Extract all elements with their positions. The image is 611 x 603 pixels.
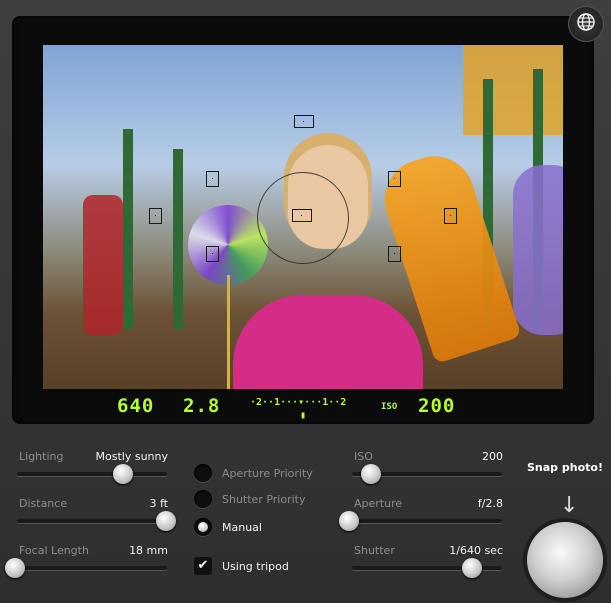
tripod-label[interactable]: Using tripod (222, 560, 289, 573)
aperture-slider-knob[interactable] (339, 511, 359, 531)
shutter-button[interactable] (527, 522, 603, 598)
lcd-aperture: 2.8 (183, 395, 221, 417)
aperture-value: f/2.8 (477, 497, 503, 510)
snap-photo-label: Snap photo! (527, 461, 603, 474)
lighting-slider-knob[interactable] (113, 464, 134, 484)
lcd-iso-label: ISO (381, 402, 398, 412)
meter-needle: ▮ (300, 410, 307, 421)
lighting-value: Mostly sunny (95, 450, 168, 463)
focal-length-slider-knob[interactable] (5, 558, 25, 578)
down-arrow-icon: ↓ (560, 493, 579, 518)
focus-circle (257, 172, 349, 264)
lcd-shutter: 640 (117, 395, 155, 417)
focal-length-value: 18 mm (129, 544, 168, 557)
af-point-right (444, 208, 457, 224)
language-button[interactable] (568, 6, 604, 42)
distance-slider-track[interactable] (17, 519, 167, 523)
radio-manual[interactable] (194, 518, 212, 536)
af-point-left (149, 208, 162, 224)
shutter-label: Shutter (354, 544, 395, 557)
mode-aperture-priority-label[interactable]: Aperture Priority (222, 467, 313, 480)
checkmark-icon: ✔ (197, 558, 209, 573)
mode-shutter-priority-label[interactable]: Shutter Priority (222, 493, 306, 506)
radio-aperture-priority[interactable] (194, 464, 212, 482)
shutter-slider-knob[interactable] (462, 558, 483, 578)
iso-value: 200 (482, 450, 503, 463)
af-point-top (294, 115, 314, 128)
meter-scale: ·2··1···▾···1··2 (250, 397, 347, 408)
distance-slider-knob[interactable] (156, 511, 176, 531)
globe-icon (576, 12, 596, 36)
af-point-lower-left (206, 246, 219, 262)
af-point-upper-right (388, 171, 401, 187)
aperture-label: Aperture (354, 497, 403, 510)
mode-manual-label[interactable]: Manual (222, 521, 262, 534)
radio-shutter-priority[interactable] (194, 490, 212, 508)
exposure-meter: ·2··1···▾···1··2 ▮ (250, 397, 355, 421)
lighting-label: Lighting (19, 450, 64, 463)
af-point-upper-left (206, 171, 219, 187)
shutter-value: 1/640 sec (449, 544, 503, 557)
iso-slider-knob[interactable] (361, 464, 381, 484)
af-point-lower-right (388, 246, 401, 262)
distance-value: 3 ft (149, 497, 169, 510)
aperture-slider-track[interactable] (352, 519, 502, 523)
lighting-slider-track[interactable] (17, 472, 167, 476)
tripod-checkbox[interactable]: ✔ (194, 557, 212, 575)
iso-label: ISO (354, 450, 373, 463)
focal-length-slider-track[interactable] (17, 566, 167, 570)
lcd-iso: 200 (418, 395, 456, 417)
